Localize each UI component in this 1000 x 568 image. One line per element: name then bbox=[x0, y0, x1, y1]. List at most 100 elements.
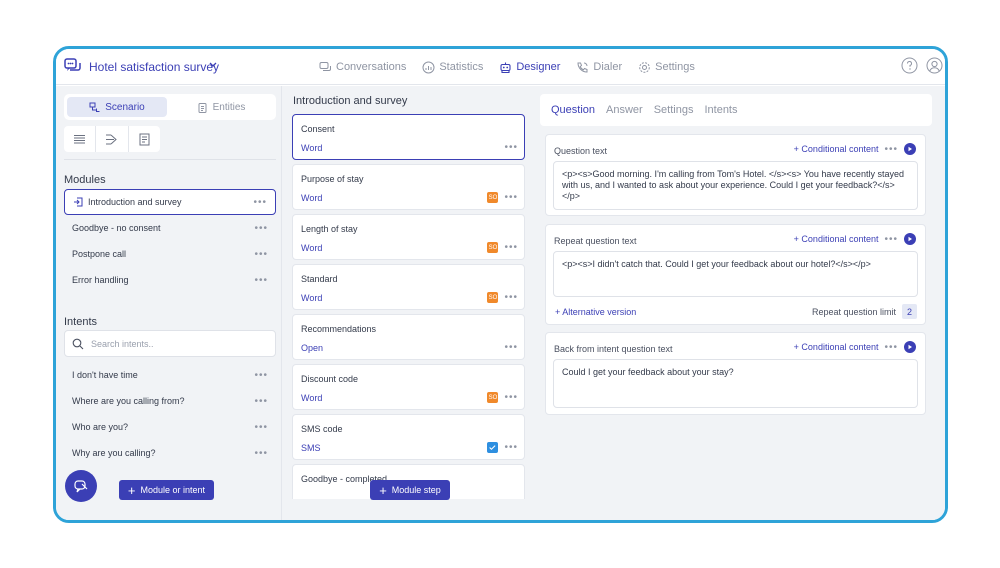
step-name: Standard bbox=[301, 274, 338, 284]
chart-icon bbox=[422, 61, 435, 73]
play-icon[interactable] bbox=[904, 143, 916, 155]
step-card[interactable]: Purpose of stay Word SO ••• bbox=[292, 164, 525, 210]
step-card[interactable]: Recommendations Open ••• bbox=[292, 314, 525, 360]
intent-item[interactable]: Where are you calling from? ••• bbox=[64, 388, 276, 414]
help-icon[interactable] bbox=[901, 57, 918, 74]
play-icon[interactable] bbox=[904, 341, 916, 353]
step-type: Open bbox=[301, 343, 324, 353]
back-from-intent-field[interactable]: Could I get your feedback about your sta… bbox=[553, 359, 918, 408]
main-nav: Conversations Statistics Designer Dialer… bbox=[319, 49, 695, 85]
robot-icon bbox=[500, 62, 511, 73]
module-item[interactable]: Error handling ••• bbox=[64, 267, 276, 293]
more-options-icon[interactable]: ••• bbox=[504, 392, 518, 403]
sms-check-icon bbox=[487, 442, 499, 453]
intent-label: Where are you calling from? bbox=[72, 396, 185, 406]
more-options-icon[interactable]: ••• bbox=[504, 192, 518, 203]
left-tabs: Scenario Entities bbox=[64, 94, 276, 120]
nav-conversations[interactable]: Conversations bbox=[319, 61, 406, 74]
intent-item[interactable]: I don't have time ••• bbox=[64, 362, 276, 388]
modules-list: Introduction and survey ••• Goodbye - no… bbox=[64, 189, 276, 293]
more-options-icon[interactable]: ••• bbox=[504, 442, 518, 453]
phone-icon bbox=[577, 62, 588, 73]
question-text-label: Question text bbox=[554, 146, 608, 156]
tab-scenario[interactable]: Scenario bbox=[67, 97, 167, 117]
tab-entities-label: Entities bbox=[212, 101, 246, 113]
module-item[interactable]: Introduction and survey ••• bbox=[64, 189, 276, 215]
document-icon bbox=[139, 133, 150, 145]
module-item[interactable]: Goodbye - no consent ••• bbox=[64, 215, 276, 241]
repeat-limit-input[interactable]: 2 bbox=[902, 304, 917, 319]
list-view-button[interactable] bbox=[64, 126, 97, 152]
more-options-icon[interactable]: ••• bbox=[504, 292, 518, 303]
more-options-icon[interactable]: ••• bbox=[504, 242, 518, 253]
step-name: Length of stay bbox=[301, 224, 358, 234]
more-options-icon[interactable]: ••• bbox=[254, 223, 268, 234]
alternative-version-link[interactable]: + Alternative version bbox=[555, 307, 636, 317]
nav-designer[interactable]: Designer bbox=[499, 61, 560, 74]
step-card[interactable]: SMS code SMS ••• bbox=[292, 414, 525, 460]
tab-answer[interactable]: Answer bbox=[606, 104, 643, 116]
more-options-icon[interactable]: ••• bbox=[254, 370, 268, 381]
search-input[interactable]: Search intents.. bbox=[64, 330, 276, 357]
more-options-icon[interactable]: ••• bbox=[504, 142, 518, 153]
conditional-content-link[interactable]: + Conditional content bbox=[794, 342, 879, 352]
play-icon[interactable] bbox=[904, 233, 916, 245]
top-actions bbox=[901, 57, 943, 74]
more-options-icon[interactable]: ••• bbox=[254, 422, 268, 433]
so-badge-icon: SO bbox=[487, 192, 499, 203]
more-options-icon[interactable]: ••• bbox=[254, 275, 268, 286]
tab-question[interactable]: Question bbox=[551, 104, 595, 116]
step-card[interactable]: Discount code Word SO ••• bbox=[292, 364, 525, 410]
assistant-icon bbox=[74, 480, 88, 493]
add-module-step-label: Module step bbox=[391, 485, 441, 495]
intent-label: I don't have time bbox=[72, 370, 138, 380]
step-card[interactable]: Consent Word ••• bbox=[292, 114, 525, 160]
more-options-icon[interactable]: ••• bbox=[254, 448, 268, 459]
nav-settings-label: Settings bbox=[655, 61, 695, 73]
question-text-card: Question text + Conditional content ••• … bbox=[545, 134, 926, 216]
project-title[interactable]: Hotel satisfaction survey bbox=[89, 60, 219, 74]
so-badge-icon: SO bbox=[487, 392, 499, 403]
conditional-content-link[interactable]: + Conditional content bbox=[794, 234, 879, 244]
panel-divider bbox=[281, 86, 282, 520]
intent-item[interactable]: Who are you? ••• bbox=[64, 414, 276, 440]
step-type: Word bbox=[301, 293, 323, 303]
back-from-intent-label: Back from intent question text bbox=[554, 344, 673, 354]
add-module-or-intent-button[interactable]: + Module or intent bbox=[119, 480, 214, 500]
modules-heading: Modules bbox=[64, 174, 106, 186]
more-options-icon[interactable]: ••• bbox=[254, 396, 268, 407]
tab-intents[interactable]: Intents bbox=[704, 104, 737, 116]
flow-view-button[interactable] bbox=[96, 126, 129, 152]
user-avatar-icon[interactable] bbox=[926, 57, 943, 74]
more-options-icon[interactable]: ••• bbox=[254, 249, 268, 260]
assistant-fab-button[interactable] bbox=[65, 470, 97, 502]
nav-settings[interactable]: Settings bbox=[638, 61, 695, 74]
search-placeholder: Search intents.. bbox=[91, 338, 154, 349]
document-view-button[interactable] bbox=[129, 126, 160, 152]
nav-statistics[interactable]: Statistics bbox=[422, 61, 483, 74]
chevron-down-icon[interactable] bbox=[208, 59, 218, 71]
more-options-icon[interactable]: ••• bbox=[504, 342, 518, 353]
more-options-icon[interactable]: ••• bbox=[253, 197, 267, 208]
step-card[interactable]: Standard Word SO ••• bbox=[292, 264, 525, 310]
conditional-content-link[interactable]: + Conditional content bbox=[794, 144, 879, 154]
repeat-question-field[interactable]: <p><s>I didn't catch that. Could I get y… bbox=[553, 251, 918, 297]
module-item[interactable]: Postpone call ••• bbox=[64, 241, 276, 267]
nav-dialer[interactable]: Dialer bbox=[576, 61, 622, 74]
more-options-icon[interactable]: ••• bbox=[884, 234, 898, 245]
question-text-field[interactable]: <p><s>Good morning. I'm calling from Tom… bbox=[553, 161, 918, 210]
tab-settings[interactable]: Settings bbox=[654, 104, 694, 116]
step-name: SMS code bbox=[301, 424, 343, 434]
nav-designer-label: Designer bbox=[516, 61, 561, 73]
step-type: SMS bbox=[301, 443, 321, 453]
step-type: Word bbox=[301, 193, 323, 203]
tab-entities[interactable]: Entities bbox=[171, 97, 271, 117]
step-card[interactable]: Length of stay Word SO ••• bbox=[292, 214, 525, 260]
more-options-icon[interactable]: ••• bbox=[884, 144, 898, 155]
add-module-step-button[interactable]: + Module step bbox=[370, 480, 450, 500]
workspace: Scenario Entities Modules Introduction a… bbox=[56, 86, 945, 520]
list-icon bbox=[74, 134, 86, 143]
step-name: Recommendations bbox=[301, 324, 377, 334]
more-options-icon[interactable]: ••• bbox=[884, 342, 898, 353]
intent-item[interactable]: Why are you calling? ••• bbox=[64, 440, 276, 466]
